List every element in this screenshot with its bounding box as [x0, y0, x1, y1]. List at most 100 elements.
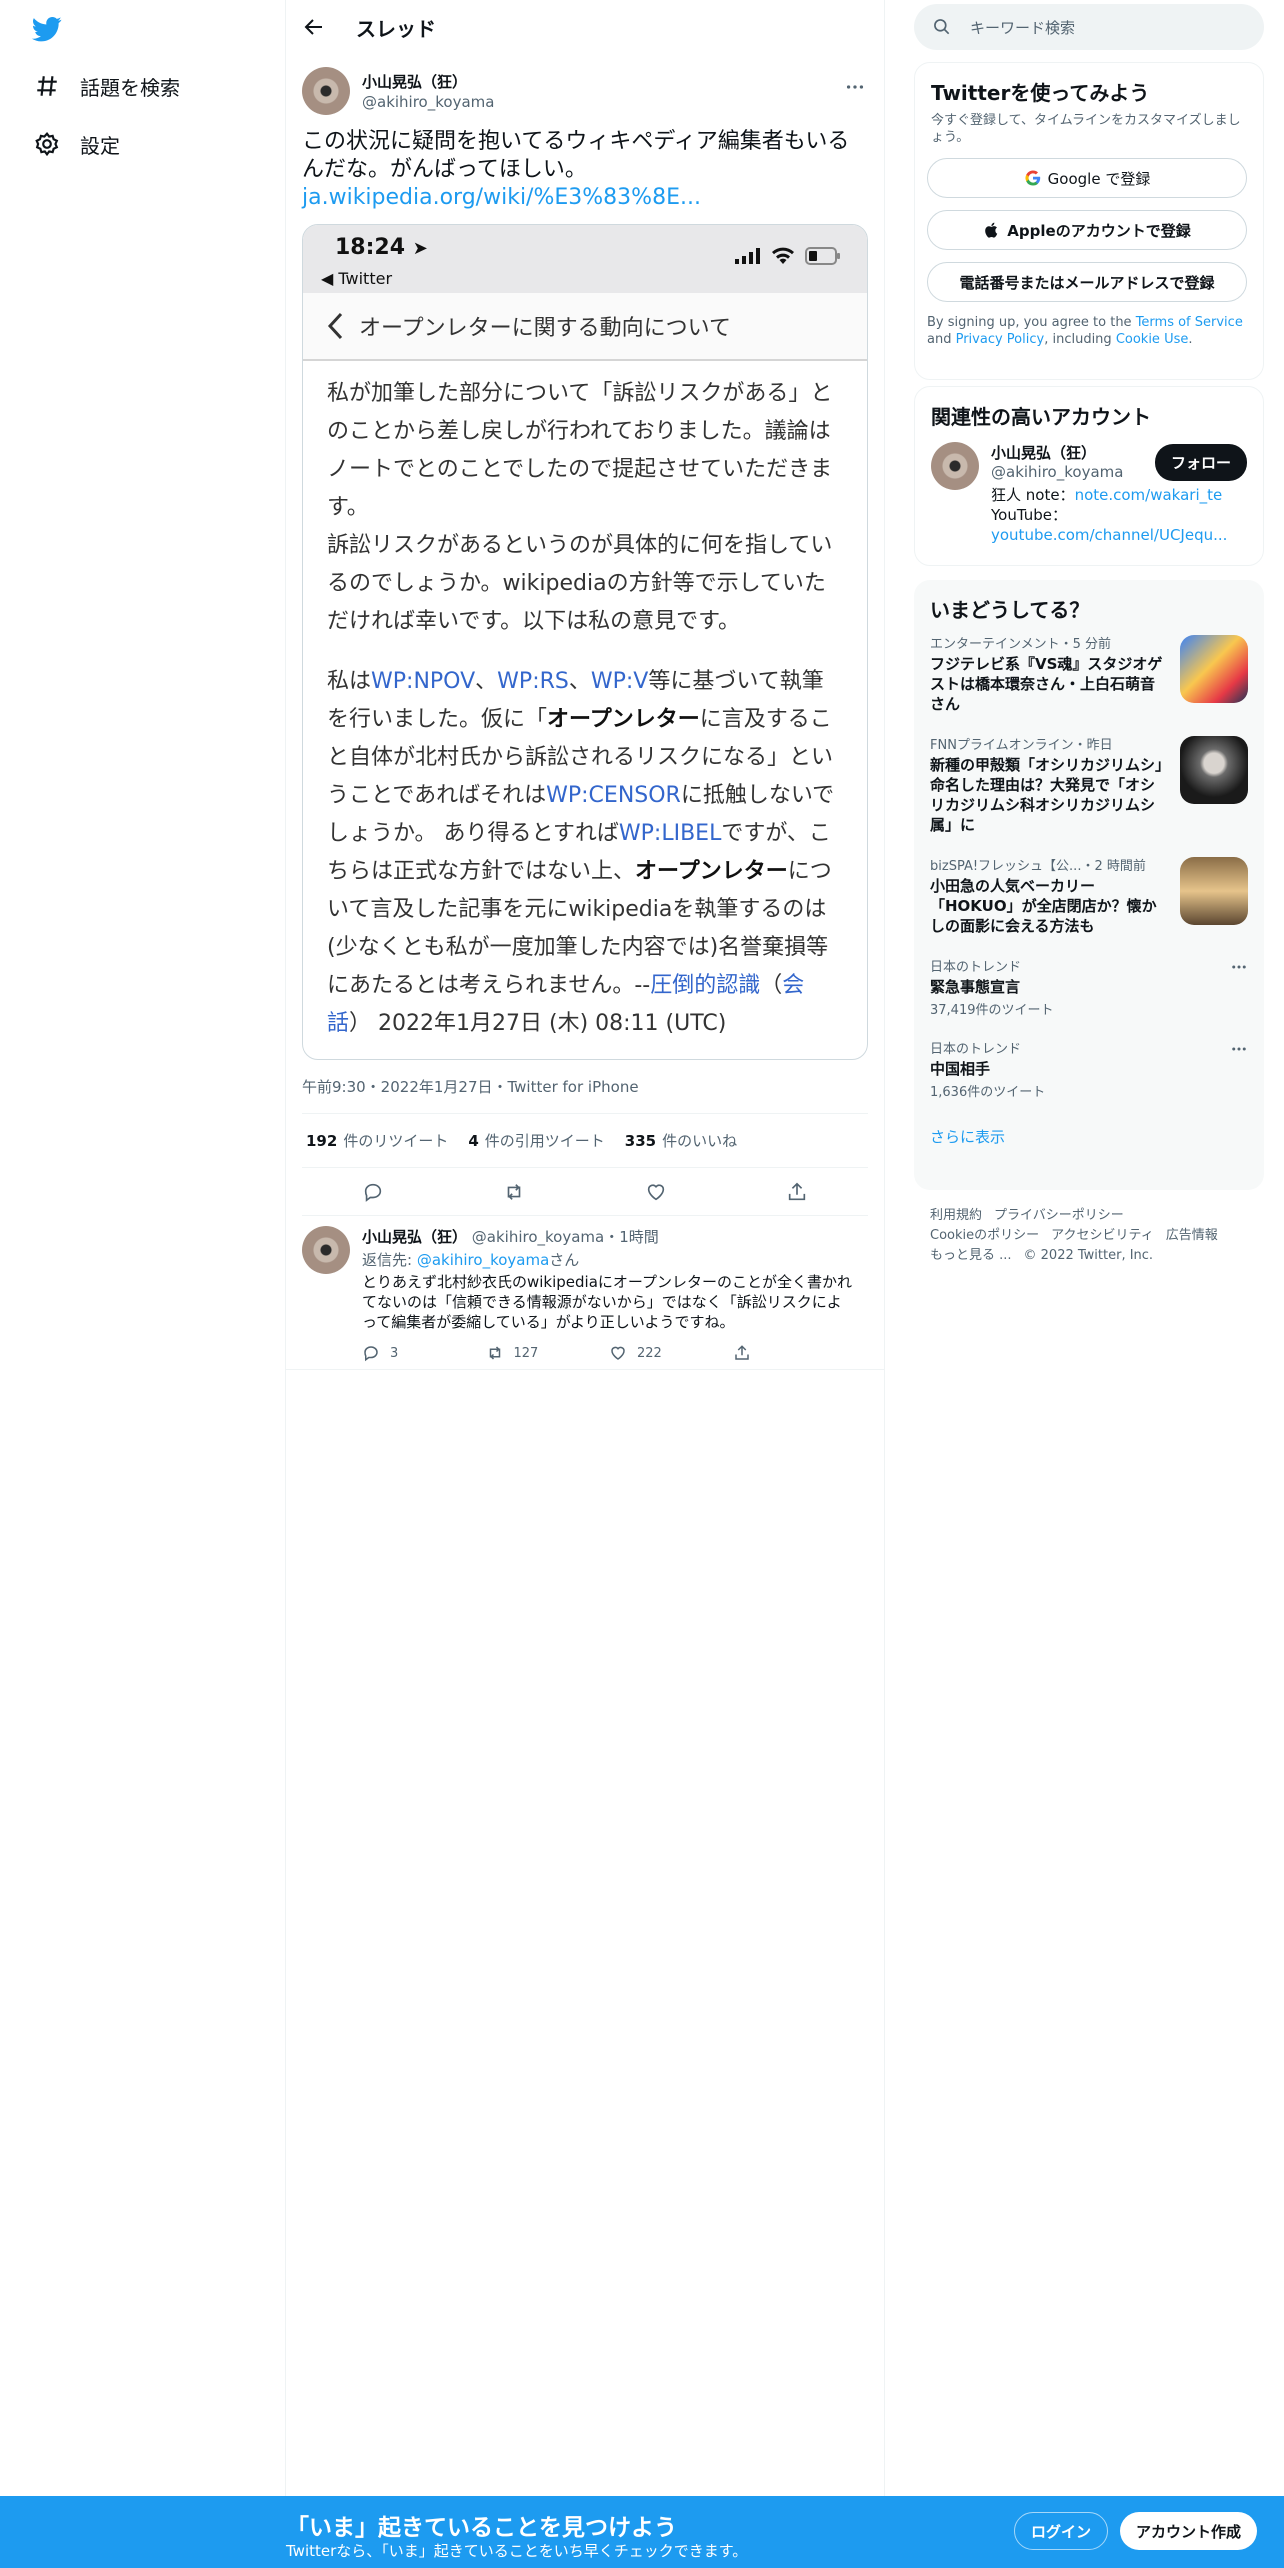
nav-settings[interactable]: 設定: [34, 124, 120, 164]
phone-back-link: ◀ Twitter: [321, 269, 393, 288]
apple-signup-button[interactable]: Appleのアカウントで登録: [927, 210, 1247, 250]
related-bio: 狂人 note：note.com/wakari_te YouTube： youtub…: [991, 486, 1228, 544]
show-more-link[interactable]: さらに表示: [914, 1110, 1264, 1163]
trend-item[interactable]: エンターテインメント・5 分前 フジテレビ系『VS魂』スタジオゲストは橋本環奈さ…: [914, 623, 1264, 724]
related-account[interactable]: 小山晃弘（狂） @akihiro_koyama 狂人 note：note.com…: [915, 430, 1263, 557]
reply-icon: [364, 1346, 378, 1362]
tweet-link[interactable]: ja.wikipedia.org/wiki/%E3%83%8E...: [302, 184, 868, 212]
tweet-text: この状況に疑問を抱いてるウィキペディア編集者もいるんだな。がんばってほしい。: [302, 129, 850, 182]
author-handle[interactable]: @akihiro_koyama: [362, 93, 494, 111]
login-button[interactable]: ログイン: [1014, 2512, 1109, 2550]
avatar[interactable]: [302, 67, 350, 115]
footer-privacy-link[interactable]: プライバシーポリシー: [994, 1208, 1124, 1223]
terms-link[interactable]: Terms of Service: [1136, 315, 1243, 330]
more-options-icon[interactable]: [844, 76, 866, 98]
reply-author-name[interactable]: 小山晃弘（狂）: [362, 1228, 467, 1246]
reply-icon[interactable]: [362, 1181, 384, 1203]
quote-count[interactable]: 4 件の引用ツイート: [468, 1130, 604, 1151]
retweet-icon[interactable]: [503, 1181, 525, 1203]
related-title: 関連性の高いアカウント: [931, 405, 1151, 429]
search-placeholder: キーワード検索: [970, 18, 1076, 37]
reply-header: 小山晃弘（狂） @akihiro_koyama・1時間: [362, 1226, 856, 1247]
avatar[interactable]: [302, 1226, 350, 1274]
trends-title: いまどうしてる？: [930, 598, 1090, 622]
phone-nav-title: オープンレターに関する動向について: [359, 316, 732, 341]
google-signup-button[interactable]: Google で登録: [927, 158, 1247, 198]
reply-to: 返信先: @akihiro_koyamaさん: [362, 1251, 580, 1269]
bottom-signup-bar: 「いま」起きていることを見つけよう Twitterなら、「いま」起きていることを…: [0, 2496, 1284, 2568]
reply-reply-button[interactable]: 3: [362, 1344, 486, 1362]
trend-thumbnail: [1180, 736, 1248, 804]
like-icon[interactable]: [645, 1181, 667, 1203]
nav-explore[interactable]: 話題を検索: [34, 66, 180, 106]
signup-terms: By signing up, you agree to the Terms of…: [927, 315, 1243, 347]
tweet-author[interactable]: 小山晃弘（狂） @akihiro_koyama: [302, 64, 868, 118]
phone-time: 18:24 ➤: [335, 235, 428, 260]
footer-copyright: © 2022 Twitter, Inc.: [1023, 1248, 1154, 1263]
phone-status-bar: 18:24 ➤ ◀ Twitter: [303, 225, 867, 293]
tweet-stats: 192 件のリツイート 4 件の引用ツイート 335 件のいいね: [302, 1114, 868, 1168]
trend-item[interactable]: FNNプライムオンライン・昨日 新種の甲殻類「オシリカジリムシ」命名した理由は？…: [914, 724, 1264, 845]
bio-note-link[interactable]: note.com/wakari_te: [1075, 486, 1223, 504]
page-header: スレッド: [286, 0, 884, 54]
trend-thumbnail: [1180, 857, 1248, 925]
phone-nav-bar: オープンレターに関する動向について: [303, 293, 867, 361]
battery-icon: [805, 247, 840, 265]
reply-text: とりあえず北村紗衣氏のwikipediaにオープンレターのことが全く書かれてない…: [362, 1273, 853, 1331]
like-icon: [611, 1346, 625, 1360]
footer-links: 利用規約 プライバシーポリシー Cookieのポリシー アクセシビリティ 広告情報 も…: [930, 1206, 1250, 1266]
hashtag-icon: [37, 76, 57, 96]
footer-cookie-link[interactable]: Cookieのポリシー: [930, 1228, 1039, 1243]
more-options-icon[interactable]: [1230, 958, 1248, 976]
related-accounts-card: 関連性の高いアカウント 小山晃弘（狂） @akihiro_koyama 狂人 n…: [914, 386, 1264, 566]
author-name[interactable]: 小山晃弘（狂）: [362, 71, 494, 92]
article-paragraph: 私はWP:NPOV、WP:RS、WP:V等に基づいて執筆を行いました。仮に「オー…: [327, 669, 835, 1036]
reply-time[interactable]: ・1時間: [604, 1228, 659, 1246]
search-icon: [934, 19, 950, 35]
reply-share-button[interactable]: [733, 1344, 857, 1362]
page-title: スレッド: [356, 16, 436, 41]
tweet-image[interactable]: 18:24 ➤ ◀ Twitter オープンレターに関する動向について 私が加筆…: [302, 224, 868, 1060]
cookie-link[interactable]: Cookie Use: [1116, 332, 1189, 347]
trend-item[interactable]: 日本のトレンド 中国相手 1,636件のツイート: [914, 1028, 1264, 1110]
avatar[interactable]: [931, 442, 979, 490]
back-arrow-icon[interactable]: [302, 15, 326, 39]
bio-youtube-link[interactable]: youtube.com/channel/UCJequ...: [991, 526, 1227, 544]
signup-card: Twitterを使ってみよう 今すぐ登録して、タイムラインをカスタマイズしましょ…: [914, 62, 1264, 380]
phone-email-signup-button[interactable]: 電話番号またはメールアドレスで登録: [927, 262, 1247, 302]
signal-icon: [735, 248, 760, 264]
phone-article-body: 私が加筆した部分について「訴訟リスクがある」とのことから差し戻しが行われておりま…: [303, 361, 867, 1043]
footer-accessibility-link[interactable]: アクセシビリティ: [1051, 1228, 1154, 1243]
retweet-icon: [489, 1346, 500, 1360]
chevron-left-icon: [327, 312, 343, 340]
footer-ads-link[interactable]: 広告情報: [1166, 1228, 1218, 1243]
reply-actions: 3 127 222: [362, 1344, 856, 1362]
follow-button[interactable]: フォロー: [1154, 444, 1247, 481]
google-icon: [1025, 170, 1040, 186]
reply-to-handle[interactable]: @akihiro_koyama: [417, 1251, 549, 1269]
tweet-timestamp[interactable]: 午前9:30・2022年1月27日・Twitter for iPhone: [302, 1076, 868, 1114]
gear-icon: [35, 132, 59, 157]
footer-terms-link[interactable]: 利用規約: [930, 1208, 982, 1223]
signup-description: 今すぐ登録して、タイムラインをカスタマイズしましょう。: [931, 113, 1241, 145]
more-options-icon[interactable]: [1230, 1040, 1248, 1058]
reply-tweet[interactable]: 小山晃弘（狂） @akihiro_koyama・1時間 返信先: @akihir…: [286, 1216, 884, 1370]
twitter-logo-icon[interactable]: [30, 14, 64, 44]
trends-card: いまどうしてる？ エンターテインメント・5 分前 フジテレビ系『VS魂』スタジオ…: [914, 580, 1264, 1190]
nav-explore-label: 話題を検索: [80, 75, 180, 100]
trend-item[interactable]: 日本のトレンド 緊急事態宣言 37,419件のツイート: [914, 946, 1264, 1028]
location-arrow-icon: ➤: [412, 238, 428, 259]
reply-like-button[interactable]: 222: [609, 1344, 733, 1362]
reply-retweet-button[interactable]: 127: [486, 1344, 610, 1362]
privacy-link[interactable]: Privacy Policy: [956, 332, 1045, 347]
search-input[interactable]: キーワード検索: [914, 4, 1264, 50]
share-icon[interactable]: [786, 1181, 808, 1203]
reply-author-handle[interactable]: @akihiro_koyama: [472, 1228, 604, 1246]
nav-settings-label: 設定: [80, 133, 120, 158]
create-account-button[interactable]: アカウント作成: [1120, 2512, 1258, 2550]
trend-item[interactable]: bizSPA!フレッシュ【公...・2 時間前 小田急の人気ベーカリー「HOKU…: [914, 845, 1264, 946]
footer-more-link[interactable]: もっと見る ...: [930, 1248, 1012, 1263]
retweet-count[interactable]: 192 件のリツイート: [306, 1130, 448, 1151]
like-count[interactable]: 335 件のいいね: [625, 1130, 737, 1151]
article-paragraph: 私が加筆した部分について「訴訟リスクがある」とのことから差し戻しが行われておりま…: [327, 381, 833, 520]
